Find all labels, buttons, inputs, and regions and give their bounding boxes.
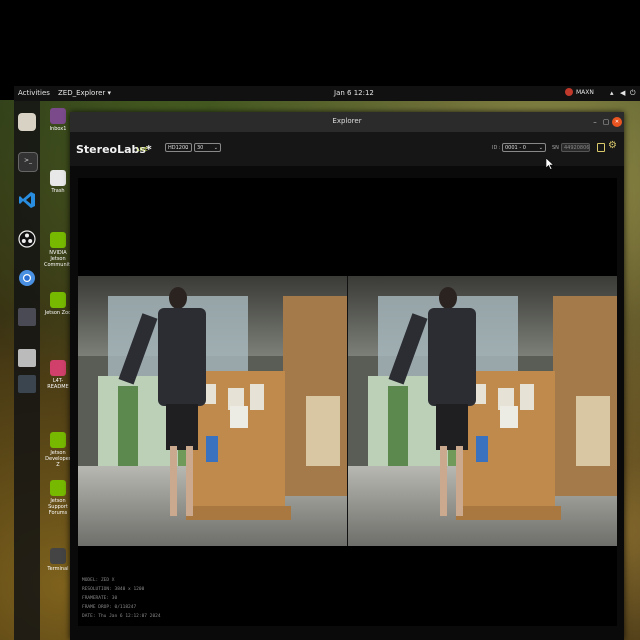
chevron-down-icon: ⌄ xyxy=(213,145,218,151)
trash-icon xyxy=(50,170,66,186)
desktop-icon-jetson-developer[interactable]: Jetson Developer Z xyxy=(44,432,72,468)
desktop-icon-nvidia-community[interactable]: NVIDIA Jetson Community xyxy=(44,232,73,268)
close-button[interactable]: ✕ xyxy=(612,117,622,127)
folder-icon xyxy=(50,108,66,124)
desktop-icon-terminal[interactable]: Terminal xyxy=(44,548,72,572)
chevron-down-icon: ⌄ xyxy=(538,145,543,151)
info-model: MODEL: ZED X xyxy=(82,578,115,583)
obs-icon[interactable] xyxy=(18,230,36,248)
clock[interactable]: Jan 6 12:12 xyxy=(334,89,374,97)
folder-icon xyxy=(50,360,66,376)
camera-id-select[interactable]: 0001 - 0 ⌄ xyxy=(502,143,546,152)
id-label: ID : xyxy=(492,145,501,151)
maximize-button[interactable]: ▢ xyxy=(601,117,611,127)
terminal-icon[interactable]: >_ xyxy=(18,152,38,172)
serial-value: 44920806 xyxy=(564,145,590,151)
files-icon[interactable] xyxy=(18,113,36,131)
stereo-camera-feed xyxy=(78,276,617,546)
explorer-window: Explorer – ▢ ✕ StereoLabs* LIVE HD1200 ⌄… xyxy=(70,112,624,640)
desktop-icon-label: Terminal xyxy=(47,566,69,572)
mouse-cursor-icon xyxy=(546,158,554,170)
camera-id-value: 0001 - 0 xyxy=(505,145,526,151)
fps-value: 30 xyxy=(197,145,204,151)
top-bar: Activities ZED_Explorer ▾ Jan 6 12:12 MA… xyxy=(14,86,640,101)
window-titlebar[interactable]: Explorer – ▢ ✕ xyxy=(70,112,624,132)
vscode-icon[interactable] xyxy=(18,191,36,209)
video-viewer: MODEL: ZED X RESOLUTION: 3840 x 1200 FRA… xyxy=(78,178,617,626)
drive-icon[interactable] xyxy=(18,349,36,367)
desktop-icon-jetson-zoo[interactable]: Jetson Zoo xyxy=(44,292,72,316)
info-resolution: RESOLUTION: 3840 x 1200 xyxy=(82,587,145,592)
chevron-down-icon: ⌄ xyxy=(184,145,189,151)
desktop-icon-inbox[interactable]: Inbox1 xyxy=(44,108,72,132)
volume-icon[interactable]: ◀ xyxy=(620,89,625,97)
nvidia-icon xyxy=(50,292,66,308)
nvidia-icon xyxy=(50,432,66,448)
chromium-icon[interactable] xyxy=(18,269,36,287)
dock: >_ xyxy=(14,101,40,640)
power-mode[interactable]: MAXN xyxy=(576,89,594,96)
serial-field[interactable]: 44920806 xyxy=(561,143,590,152)
gear-icon[interactable]: ⚙ xyxy=(608,141,617,151)
desktop-icon-trash[interactable]: Trash xyxy=(44,170,72,194)
desktop-icon-label: Trash xyxy=(51,188,65,194)
nvidia-icon xyxy=(50,232,66,248)
desktop-icon-label: Jetson Support Forums xyxy=(48,498,68,516)
nvidia-status-icon[interactable] xyxy=(565,88,573,96)
camera-info-overlay: MODEL: ZED X RESOLUTION: 3840 x 1200 FRA… xyxy=(82,576,161,621)
resolution-select[interactable]: HD1200 ⌄ xyxy=(165,143,192,152)
network-icon[interactable]: ▴ xyxy=(610,89,614,97)
toolbar: StereoLabs* LIVE HD1200 ⌄ 30 ⌄ ID : 0001… xyxy=(70,132,624,166)
zed-explorer-icon[interactable] xyxy=(18,375,36,393)
desktop-icon-label: NVIDIA Jetson Community xyxy=(44,250,73,268)
desktop-icon-jetson-support[interactable]: Jetson Support Forums xyxy=(44,480,72,516)
record-icon[interactable] xyxy=(597,143,605,152)
window-title: Explorer xyxy=(332,117,362,125)
nvidia-icon xyxy=(50,480,66,496)
desktop-icon-label: Jetson Developer Z xyxy=(45,450,71,468)
desktop-icon-label: L4T-README xyxy=(47,378,69,390)
app-menu[interactable]: ZED_Explorer ▾ xyxy=(58,89,111,97)
terminal-icon xyxy=(50,548,66,564)
info-date: DATE: Thu Jan 6 12:12:07 2024 xyxy=(82,614,161,619)
desktop-icon-label: Inbox1 xyxy=(49,126,67,132)
power-icon[interactable]: ⏻ xyxy=(630,89,636,98)
desktop-icon-label: Jetson Zoo xyxy=(44,310,72,316)
fps-select[interactable]: 30 ⌄ xyxy=(194,143,221,152)
info-framerate: FRAMERATE: 30 xyxy=(82,596,118,601)
left-camera-image xyxy=(78,276,347,546)
live-indicator: LIVE xyxy=(137,147,148,153)
info-frame-drop: FRAME DROP: 0/118247 xyxy=(82,605,137,610)
desktop-icon-l4t-readme[interactable]: L4T-README xyxy=(44,360,72,390)
minimize-button[interactable]: – xyxy=(590,117,600,127)
app-placeholder-icon[interactable] xyxy=(18,308,36,326)
activities-button[interactable]: Activities xyxy=(18,89,50,97)
right-camera-image xyxy=(348,276,617,546)
